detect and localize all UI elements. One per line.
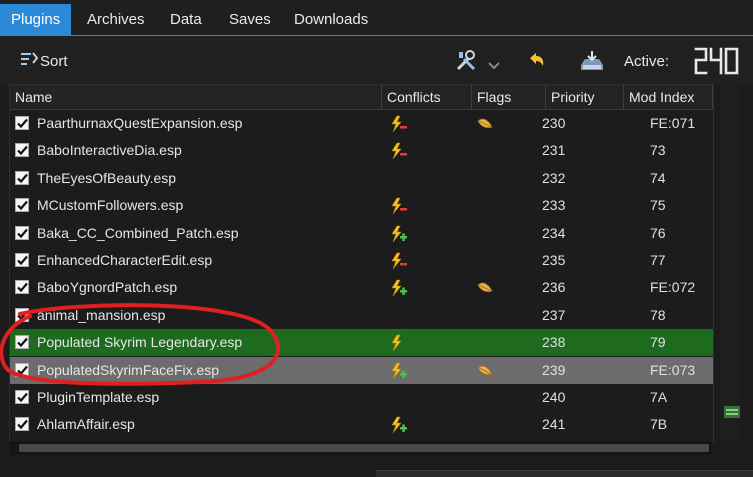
- plugin-priority: 239: [542, 361, 566, 378]
- horizontal-scrollbar[interactable]: [9, 441, 712, 455]
- plugin-priority: 241: [542, 416, 566, 433]
- plugin-name: AhlamAffair.esp: [37, 416, 135, 433]
- sort-button[interactable]: Sort: [20, 51, 68, 71]
- plugin-mod-index: 77: [650, 252, 666, 268]
- plugin-priority: 238: [542, 334, 566, 351]
- plugin-mod-index: 73: [650, 142, 666, 159]
- plugin-priority: 230: [542, 115, 566, 131]
- plugin-row[interactable]: MCustomFollowers.esp 233 75: [10, 192, 713, 219]
- plugin-enabled-checkbox[interactable]: [15, 116, 29, 130]
- plugin-list: Name Conflicts Flags Priority Mod Index …: [9, 84, 714, 442]
- plugin-row[interactable]: Baka_CC_Combined_Patch.esp 234 76: [10, 220, 713, 247]
- plugin-priority: 231: [542, 142, 566, 159]
- plugin-name: PopulatedSkyrimFaceFix.esp: [37, 361, 220, 378]
- plugin-priority: 233: [542, 197, 566, 214]
- column-name[interactable]: Name: [10, 85, 382, 109]
- column-conflicts[interactable]: Conflicts: [382, 85, 472, 109]
- plugin-mod-index: 79: [650, 334, 666, 351]
- plugin-row[interactable]: BaboInteractiveDia.esp 231 73: [10, 137, 713, 164]
- plugin-priority: 235: [542, 252, 566, 268]
- plugin-row[interactable]: AhlamAffair.esp 241 7B: [10, 411, 713, 438]
- plugin-row[interactable]: BaboYgnordPatch.esp 236 FE:072: [10, 274, 713, 301]
- light-plugin-feather-icon: [476, 279, 494, 297]
- plugin-enabled-checkbox[interactable]: [15, 390, 29, 404]
- sort-icon: [20, 51, 40, 73]
- sort-label: Sort: [40, 52, 68, 70]
- light-plugin-feather-icon: [476, 115, 494, 133]
- restore-backup-icon[interactable]: [579, 49, 605, 73]
- plugin-enabled-checkbox[interactable]: [15, 307, 29, 322]
- tab-bar: Plugins Archives Data Saves Downloads: [0, 0, 753, 36]
- plugin-name: TheEyesOfBeauty.esp: [37, 169, 177, 186]
- plugin-row[interactable]: EnhancedCharacterEdit.esp 235 77: [10, 247, 713, 274]
- plugin-row[interactable]: PopulatedSkyrimFaceFix.esp 239 FE:073: [10, 356, 713, 384]
- conflict-lightning-icon: [390, 279, 408, 297]
- plugin-mod-index: 78: [650, 306, 666, 323]
- vertical-scrollbar[interactable]: [720, 84, 742, 440]
- column-mod-index[interactable]: Mod Index: [624, 85, 713, 109]
- plugin-enabled-checkbox[interactable]: [15, 143, 29, 158]
- plugin-name: PaarthurnaxQuestExpansion.esp: [37, 115, 243, 131]
- conflict-lightning-icon: [390, 142, 408, 160]
- conflict-lightning-icon: [390, 225, 408, 243]
- plugin-priority: 234: [542, 224, 566, 241]
- column-flags[interactable]: Flags: [472, 85, 546, 109]
- plugin-name: MCustomFollowers.esp: [37, 197, 184, 214]
- active-label: Active:: [624, 53, 670, 70]
- conflict-lightning-icon: [390, 362, 408, 380]
- plugin-toolbar: Sort Active:: [0, 36, 753, 84]
- conflict-lightning-icon: [390, 334, 408, 352]
- conflict-lightning-icon: [390, 252, 408, 270]
- tab-downloads[interactable]: Downloads: [283, 4, 379, 36]
- plugin-mod-index: FE:073: [650, 361, 696, 378]
- plugin-name: BaboYgnordPatch.esp: [37, 279, 178, 296]
- plugin-enabled-checkbox[interactable]: [15, 417, 29, 432]
- column-priority[interactable]: Priority: [546, 85, 624, 109]
- plugin-priority: 237: [542, 306, 566, 323]
- plugin-mod-index: FE:072: [650, 279, 696, 296]
- conflict-lightning-icon: [390, 416, 408, 434]
- chevron-down-icon[interactable]: [487, 58, 501, 82]
- tab-saves[interactable]: Saves: [218, 4, 282, 36]
- tab-plugins[interactable]: Plugins: [0, 4, 72, 36]
- undo-arrow-icon[interactable]: [524, 49, 548, 73]
- plugin-row[interactable]: animal_mansion.esp 237 78: [10, 302, 713, 329]
- plugin-mod-index: 7A: [650, 389, 668, 405]
- active-count-display: 240: [693, 46, 741, 76]
- plugin-priority: 232: [542, 169, 566, 186]
- plugin-mod-index: FE:071: [650, 115, 696, 131]
- plugin-name: Baka_CC_Combined_Patch.esp: [37, 224, 239, 241]
- horizontal-scroll-thumb[interactable]: [19, 444, 709, 452]
- plugin-enabled-checkbox[interactable]: [15, 170, 29, 185]
- plugin-name: Populated Skyrim Legendary.esp: [37, 334, 243, 351]
- plugin-name: EnhancedCharacterEdit.esp: [37, 252, 213, 268]
- plugin-mod-index: 75: [650, 197, 666, 214]
- plugin-row[interactable]: PluginTemplate.esp 240 7A: [10, 384, 713, 411]
- plugin-row[interactable]: TheEyesOfBeauty.esp 232 74: [10, 165, 713, 192]
- plugin-enabled-checkbox[interactable]: [15, 253, 29, 267]
- plugin-priority: 236: [542, 279, 566, 296]
- plugin-mod-index: 74: [650, 169, 666, 186]
- plugin-list-header: Name Conflicts Flags Priority Mod Index: [10, 85, 713, 110]
- conflict-lightning-icon: [390, 115, 408, 133]
- plugin-enabled-checkbox[interactable]: [15, 225, 29, 240]
- plugin-mod-index: 76: [650, 224, 666, 241]
- plugin-enabled-checkbox[interactable]: [15, 280, 29, 295]
- plugin-name: BaboInteractiveDia.esp: [37, 142, 182, 159]
- plugin-priority: 240: [542, 389, 566, 405]
- conflict-lightning-icon: [390, 197, 408, 215]
- tab-data[interactable]: Data: [159, 4, 213, 36]
- wrench-screwdriver-icon[interactable]: [454, 49, 478, 73]
- plugin-name: animal_mansion.esp: [37, 306, 166, 323]
- plugin-mod-index: 7B: [650, 416, 668, 433]
- plugin-name: PluginTemplate.esp: [37, 389, 160, 405]
- plugin-row[interactable]: PaarthurnaxQuestExpansion.esp 230 FE:071: [10, 110, 713, 137]
- plugin-row[interactable]: Populated Skyrim Legendary.esp 238 79: [10, 329, 713, 357]
- tab-archives[interactable]: Archives: [76, 4, 156, 36]
- plugin-enabled-checkbox[interactable]: [15, 362, 29, 377]
- plugin-enabled-checkbox[interactable]: [15, 198, 29, 213]
- plugin-enabled-checkbox[interactable]: [15, 335, 29, 350]
- light-plugin-feather-icon: [476, 362, 494, 380]
- vertical-scroll-thumb[interactable]: [724, 406, 740, 418]
